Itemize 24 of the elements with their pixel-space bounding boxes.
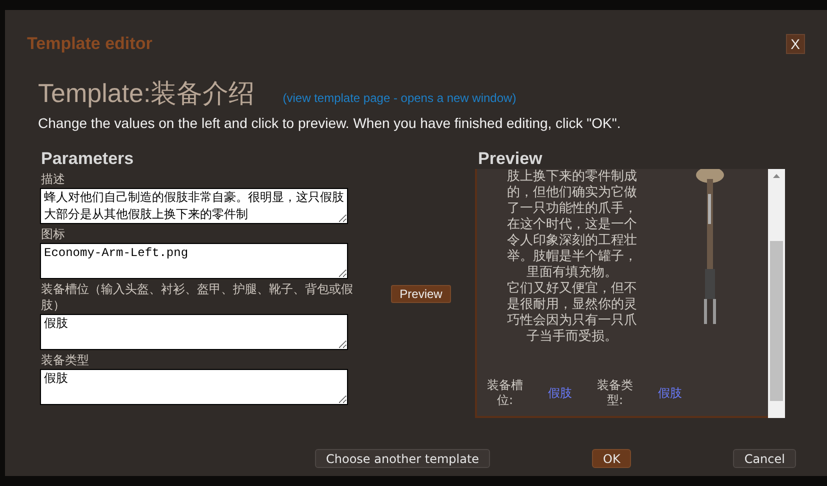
template-title: Template:装备介绍 xyxy=(38,77,255,110)
input-field[interactable]: 假肢 xyxy=(40,369,348,405)
close-button[interactable]: X xyxy=(786,34,805,54)
input-field[interactable]: 蜂人对他们自己制造的假肢非常自豪。很明显，这只假肢大部分是从其他假肢上换下来的零件制 xyxy=(40,188,348,224)
scroll-up-icon[interactable] xyxy=(773,174,780,178)
field-label: 装备类型 xyxy=(40,352,90,368)
scrollbar[interactable] xyxy=(768,169,785,418)
dialog-title: Template editor xyxy=(27,34,152,54)
field-label: 描述 xyxy=(40,171,66,187)
dialog-button[interactable]: OK xyxy=(592,449,632,468)
preview-button[interactable]: Preview xyxy=(390,284,452,302)
instructions-text: Change the values on the left and click to preview. When you have finished editing, click "OK". xyxy=(38,115,622,131)
parameters-heading: Parameters xyxy=(40,149,135,169)
dialog-button[interactable]: Cancel xyxy=(733,449,796,468)
infobox-label: 装备槽位: xyxy=(486,378,524,408)
input-field[interactable]: 假肢 xyxy=(40,314,348,350)
field-label: 图标 xyxy=(40,226,66,242)
infobox-label: 装备类型: xyxy=(596,378,634,408)
preview-heading: Preview xyxy=(477,149,544,169)
field-label: 装备槽位（输入头盔、衬衫、盔甲、护腿、靴子、背包或假肢） xyxy=(40,281,354,313)
input-field[interactable]: Economy-Arm-Left.png xyxy=(40,243,348,279)
dialog-button[interactable]: Choose another template xyxy=(315,449,490,468)
preview-paragraph: 它们又好又便宜，但不是很耐用，显然你的灵巧性会因为只有一只爪子当手而受损。 xyxy=(507,281,637,345)
preview-paragraph: 肢上换下来的零件制成的，但他们确实为它做了一只功能性的爪手，在这个时代，这是一个令人印象深刻的工程壮举。肢帽是半个罐子，里面有填充物。 xyxy=(507,169,637,281)
